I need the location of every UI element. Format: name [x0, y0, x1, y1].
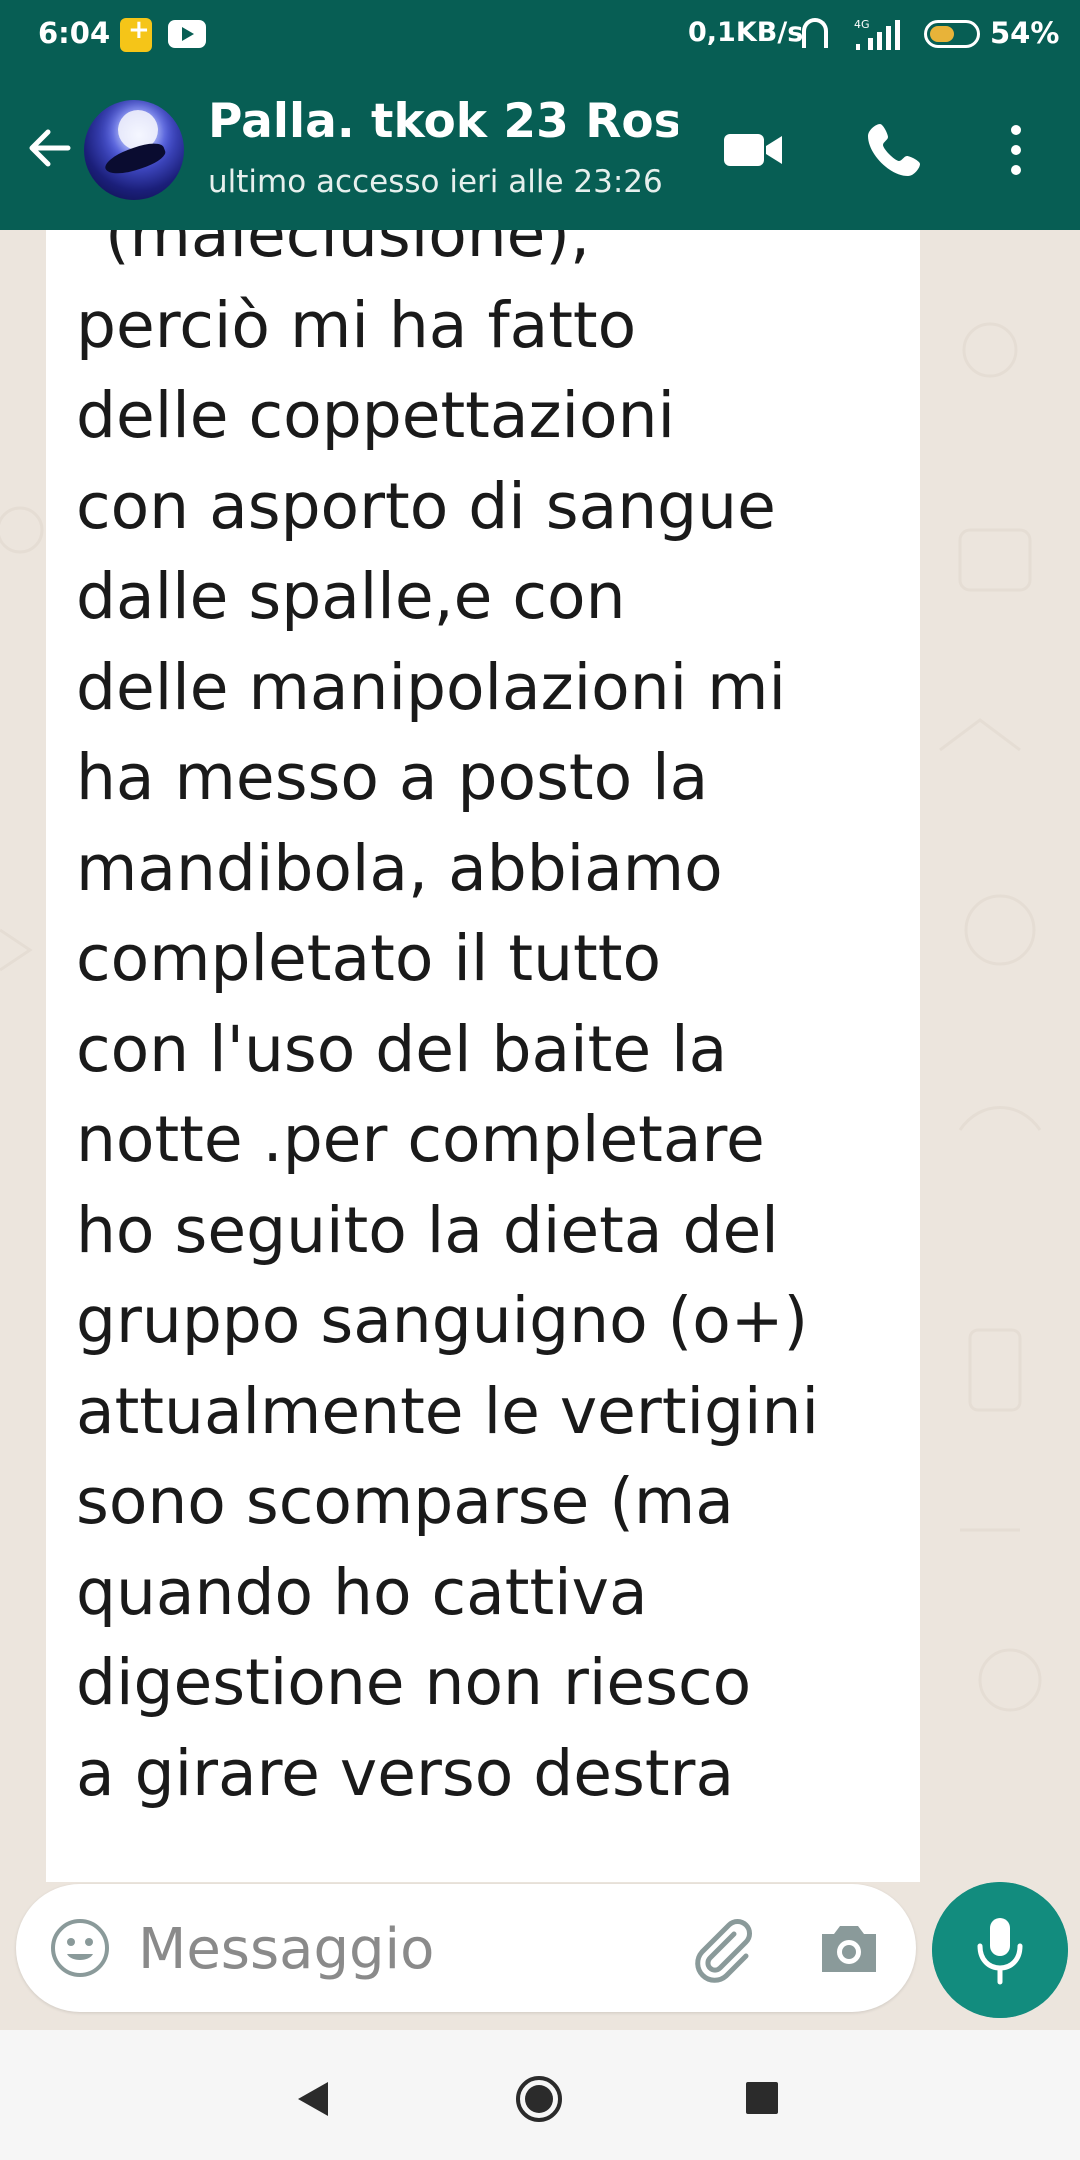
network-type-label: 4G	[854, 18, 870, 31]
signal-icon: 4G	[854, 18, 900, 50]
back-arrow-icon[interactable]	[22, 120, 78, 176]
status-bar: 6:04 0,1KB/s 4G 54%	[0, 0, 1080, 70]
battery-percent: 54%	[990, 16, 1060, 50]
message-input-container[interactable]	[16, 1884, 916, 2012]
headphones-icon	[802, 18, 828, 48]
composer-bar	[0, 1882, 1080, 2030]
battery-saver-icon	[120, 15, 152, 52]
chat-header: Palla. tkok 23 Ros... ultimo accesso ier…	[0, 70, 1080, 230]
youtube-notification-icon	[168, 20, 206, 48]
battery-icon	[924, 20, 980, 48]
attach-icon[interactable]	[686, 1914, 756, 1984]
system-nav-bar	[0, 2030, 1080, 2160]
battery-level	[930, 26, 954, 42]
chat-area[interactable]: "(maleclusione), perciò mi ha fatto dell…	[0, 230, 1080, 1882]
nav-home-icon[interactable]	[514, 2074, 564, 2124]
nav-recents-icon[interactable]	[746, 2082, 778, 2114]
contact-name[interactable]: Palla. tkok 23 Ros...	[208, 94, 678, 149]
video-call-icon[interactable]	[722, 122, 786, 178]
mic-button[interactable]	[932, 1882, 1068, 2018]
camera-icon[interactable]	[816, 1916, 882, 1980]
more-options-icon[interactable]	[996, 118, 1036, 182]
contact-avatar[interactable]	[84, 100, 184, 200]
message-bubble[interactable]: "(maleclusione), perciò mi ha fatto dell…	[46, 230, 920, 1882]
message-text: "(maleclusione), perciò mi ha fatto dell…	[76, 230, 819, 1810]
nav-back-icon[interactable]	[296, 2080, 330, 2118]
last-seen-status[interactable]: ultimo accesso ieri alle 23:26	[208, 164, 663, 200]
network-speed: 0,1KB/s	[688, 17, 804, 48]
message-input[interactable]	[136, 1908, 680, 1990]
status-time: 6:04	[38, 16, 111, 50]
phone-icon[interactable]	[862, 118, 926, 182]
emoji-icon[interactable]	[48, 1916, 112, 1980]
